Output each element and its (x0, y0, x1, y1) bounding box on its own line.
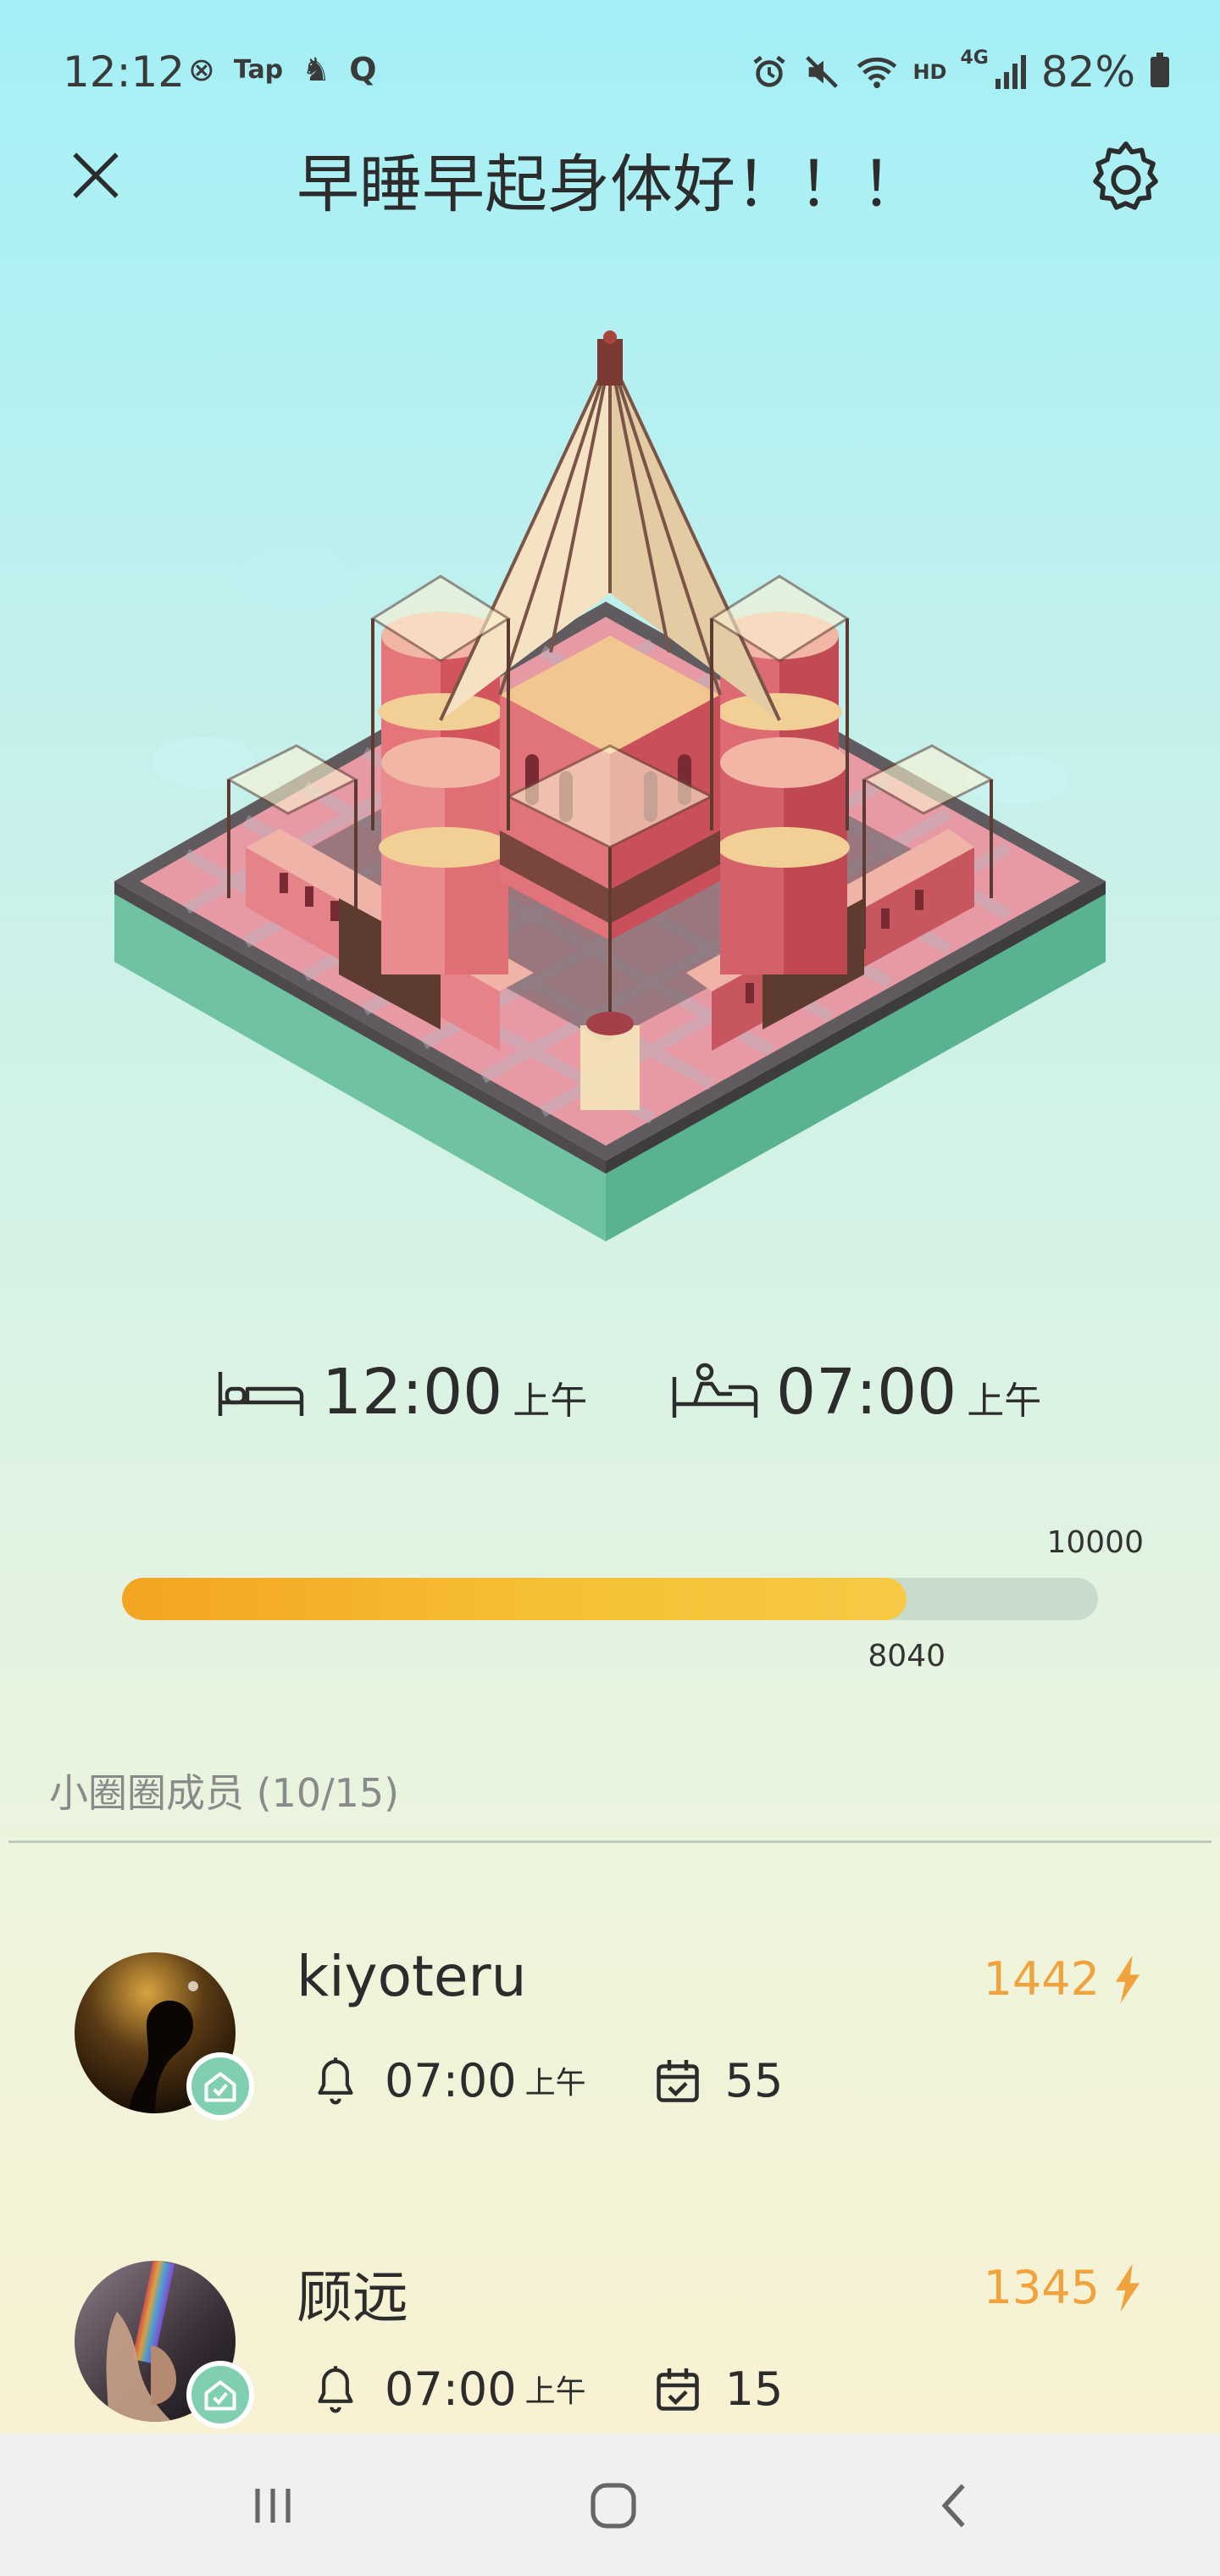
wifi-icon (857, 57, 897, 89)
back-button[interactable] (912, 2468, 996, 2544)
figure-icon: ♞ (302, 51, 331, 88)
member-energy: 1442 (984, 1952, 1142, 2006)
hd-icon: HD (912, 60, 947, 84)
wake-time[interactable]: 07:00 上午 (671, 1356, 1041, 1429)
status-right-icons: HD 4G 82% (750, 47, 1169, 97)
member-name: kiyoteru (297, 1944, 527, 2009)
member-details: 07:00 上午 55 (312, 2054, 783, 2107)
alarm-time: 07:00 (385, 2054, 517, 2107)
bedtime[interactable]: 12:00 上午 (217, 1356, 587, 1429)
signal-4g-icon (995, 55, 1026, 89)
verified-badge (186, 2052, 254, 2120)
battery-icon (1151, 53, 1169, 87)
temple-illustration (102, 322, 1118, 1254)
recent-apps-icon (255, 2489, 291, 2523)
divider (8, 1840, 1212, 1843)
alarm-ampm: 上午 (524, 2374, 586, 2409)
member-name: 顾远 (297, 2265, 408, 2330)
wake-time-value: 07:00 (776, 1356, 957, 1429)
status-time: 12:12 (63, 47, 186, 97)
battery-percent: 82% (1040, 47, 1135, 97)
settings-button[interactable] (1079, 132, 1173, 225)
home-icon (591, 2483, 636, 2529)
home-check-icon (204, 2072, 236, 2102)
calendar-check-icon (656, 2059, 699, 2102)
bed-icon (218, 1372, 304, 1416)
page-title: 早睡早起身体好！！！ (297, 148, 923, 221)
alarm-ampm: 上午 (524, 2066, 586, 2101)
lightning-icon (1115, 1955, 1140, 2003)
member-row[interactable]: kiyoteru 1442 07:00 上午 55 (0, 1944, 1220, 2207)
calendar-check-icon (656, 2368, 699, 2411)
progress-bar (122, 1578, 1098, 1620)
member-details: 07:00 上午 15 (312, 2362, 783, 2416)
checkin-days: 15 (724, 2362, 784, 2416)
progress-current-label: 8040 (868, 1639, 946, 1674)
home-check-icon (204, 2380, 236, 2411)
signal-4g-label: 4G (960, 47, 989, 69)
alarm-time: 07:00 (385, 2362, 517, 2416)
system-nav-bar (0, 2434, 1220, 2576)
alarm-icon (753, 55, 786, 87)
wake-time-ampm: 上午 (967, 1380, 1042, 1423)
gear-icon (1093, 142, 1158, 210)
progress-fill (122, 1578, 907, 1620)
back-icon (941, 2484, 965, 2528)
tap-icon: Tap (233, 54, 284, 85)
bell-icon (318, 2365, 353, 2412)
bell-icon (318, 2057, 353, 2104)
sleep-schedule: 12:00 上午 07:00 上午 (0, 1356, 1220, 1449)
home-button[interactable] (571, 2468, 656, 2544)
bedtime-ampm: 上午 (513, 1380, 588, 1423)
energy-value: 1345 (983, 2261, 1100, 2314)
header: 早睡早起身体好！！！ (0, 119, 1220, 229)
weibo-icon: ⊗ (188, 51, 215, 88)
wake-up-icon (672, 1363, 758, 1418)
verified-badge (186, 2361, 254, 2429)
status-left-icons: ⊗ Tap ♞ Q (188, 51, 377, 88)
mute-icon (806, 56, 839, 88)
checkin-days: 55 (724, 2054, 784, 2107)
members-heading: 小圈圈成员 (10/15) (49, 1770, 400, 1816)
member-energy: 1345 (984, 2261, 1142, 2314)
bedtime-value: 12:00 (322, 1356, 503, 1429)
progress-max-label: 10000 (1046, 1525, 1144, 1560)
recent-apps-button[interactable] (230, 2468, 315, 2544)
energy-value: 1442 (983, 1952, 1100, 2006)
lightning-icon (1115, 2263, 1140, 2312)
q-icon: Q (349, 51, 377, 88)
